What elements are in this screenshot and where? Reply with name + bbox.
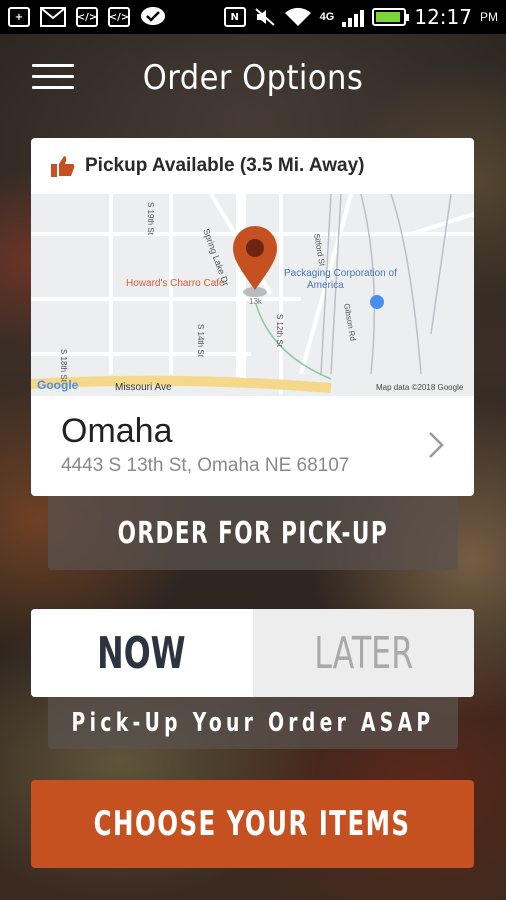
nfc-icon: N [223,7,246,27]
location-details[interactable]: Omaha 4443 S 13th St, Omaha NE 68107 [31,396,474,496]
chevron-right-icon[interactable] [426,430,446,460]
map-view[interactable]: Howard's Charro Cafe Packaging Corporati… [31,194,474,396]
mute-icon [255,8,275,26]
pickup-availability: Pickup Available (3.5 Mi. Away) [31,138,474,194]
thumbs-up-icon [51,156,75,177]
map-label-s12: S 12th St [275,314,284,348]
clock: 12:17 [414,5,472,29]
gmail-icon [40,7,66,27]
chat-icon [141,7,165,25]
map-label-s19: S 19th St [146,202,155,236]
app-header: Order Options [0,44,506,110]
availability-text: Pickup Available (3.5 Mi. Away) [85,155,365,176]
toggle-now-label: NOW [97,627,186,679]
map-attribution: Map data ©2018 Google [376,383,464,392]
choose-items-label: CHOOSE YOUR ITEMS [94,804,411,844]
timing-caption: Pick-Up Your Order ASAP [71,708,435,738]
page-title: Order Options [142,58,364,98]
map-label-l3k: 13k [249,297,263,306]
toggle-later[interactable]: LATER [252,609,474,697]
order-pickup-label: ORDER FOR PICK-UP [117,515,389,551]
map-label-place-2-line1: Packaging Corporation of [284,268,397,279]
code-icon: </> [76,7,98,27]
map-label-s14: S 14th St [196,324,205,358]
location-card: Pickup Available (3.5 Mi. Away) Howard's… [31,138,474,496]
clock-ampm: PM [480,10,498,24]
toggle-now[interactable]: NOW [31,609,253,697]
code-icon: </> [108,7,130,27]
timing-caption-strip: Pick-Up Your Order ASAP [48,697,458,749]
location-address: 4443 S 13th St, Omaha NE 68107 [61,455,350,476]
map-poi-marker [370,295,384,309]
wifi-icon [284,7,311,26]
signal-icon [342,7,365,27]
choose-items-button[interactable]: CHOOSE YOUR ITEMS [31,780,474,868]
order-pickup-button[interactable]: ORDER FOR PICK-UP [48,496,458,570]
map-label-place-1: Howard's Charro Cafe [126,278,225,289]
location-city: Omaha [61,412,173,450]
timing-toggle: NOW LATER [31,609,474,697]
plus-box-icon: + [8,7,30,27]
map-label-place-2-line2: America [307,280,344,291]
battery-icon [372,8,410,26]
map-graphic: Howard's Charro Cafe Packaging Corporati… [31,194,474,396]
google-logo: Google [37,378,79,392]
network-type: 4G [319,11,335,23]
toggle-later-label: LATER [313,627,413,679]
map-label-missouri: Missouri Ave [115,382,172,393]
status-bar: + </> </> N 4G 12:17 PM [0,0,506,34]
